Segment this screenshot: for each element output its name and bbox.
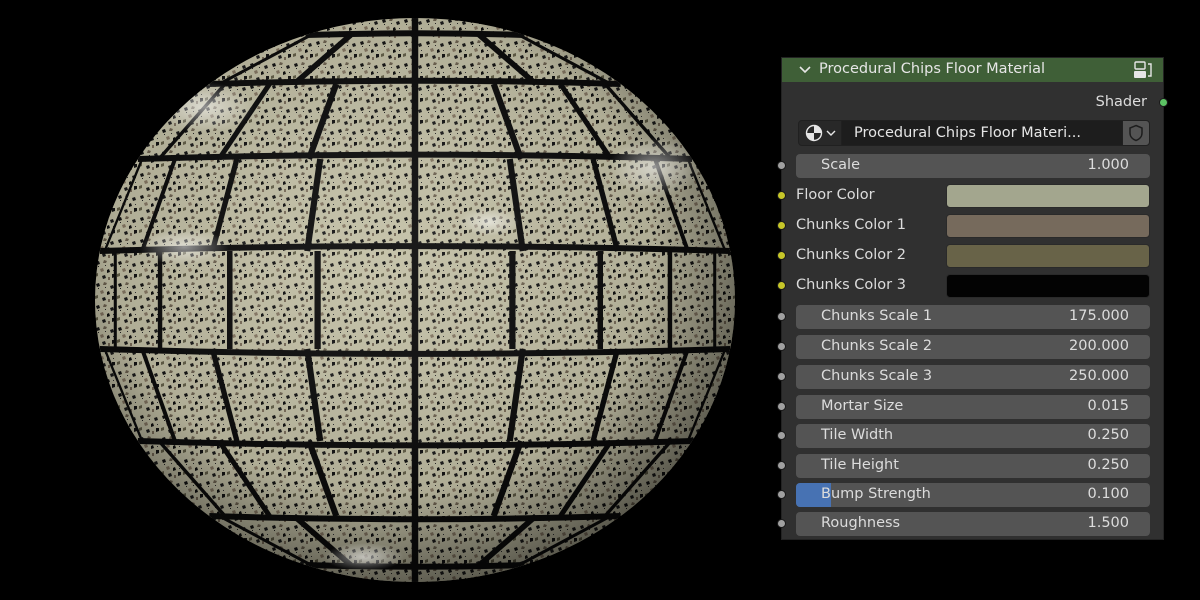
node-header[interactable]: Procedural Chips Floor Material xyxy=(782,58,1163,82)
field-label: Chunks Color 1 xyxy=(796,217,906,233)
field-value: 0.250 xyxy=(1087,457,1129,473)
shader-output-label: Shader xyxy=(1095,94,1147,110)
node-group-panel[interactable]: Procedural Chips Floor Material Shader P… xyxy=(777,57,1168,540)
shader-output-socket[interactable] xyxy=(1159,98,1168,107)
number-field[interactable]: Mortar Size 0.015 xyxy=(796,395,1150,419)
input-socket[interactable] xyxy=(777,461,786,470)
number-field[interactable]: Chunks Scale 3 250.000 xyxy=(796,365,1150,389)
node-tree-name[interactable]: Procedural Chips Floor Materi... xyxy=(842,120,1122,146)
field-label: Tile Height xyxy=(821,457,899,473)
field-value: 200.000 xyxy=(1069,338,1129,354)
number-field[interactable]: Tile Width 0.250 xyxy=(796,424,1150,448)
color-socket[interactable] xyxy=(777,191,786,200)
number-field[interactable]: Chunks Scale 1 175.000 xyxy=(796,305,1150,329)
color-swatch[interactable] xyxy=(946,184,1150,208)
node-tree-icon xyxy=(805,124,823,142)
color-swatch[interactable] xyxy=(946,214,1150,238)
sphere-render xyxy=(95,18,735,582)
field-label: Tile Width xyxy=(821,427,894,443)
input-row-chunks-scale-1[interactable]: Chunks Scale 1 175.000 xyxy=(777,305,1163,329)
field-value: 0.250 xyxy=(1087,427,1129,443)
field-value: 0.100 xyxy=(1087,486,1129,502)
field-label: Chunks Scale 2 xyxy=(821,338,933,354)
field-label: Mortar Size xyxy=(821,398,904,414)
field-value: 175.000 xyxy=(1069,308,1129,324)
number-field[interactable]: Tile Height 0.250 xyxy=(796,454,1150,478)
input-row-tile-width[interactable]: Tile Width 0.250 xyxy=(777,424,1163,448)
input-socket[interactable] xyxy=(777,161,786,170)
color-socket[interactable] xyxy=(777,281,786,290)
field-value: 0.015 xyxy=(1087,398,1129,414)
field-label: Chunks Scale 1 xyxy=(821,308,933,324)
field-label: Scale xyxy=(821,157,861,173)
chevron-down-icon[interactable] xyxy=(798,63,812,77)
input-row-chunks-scale-3[interactable]: Chunks Scale 3 250.000 xyxy=(777,365,1163,389)
input-row-chunks-color-2[interactable]: Chunks Color 2 xyxy=(777,244,1163,268)
fake-user-button[interactable] xyxy=(1122,120,1150,146)
field-label: Chunks Scale 3 xyxy=(821,368,933,384)
node-tree-selector[interactable]: Procedural Chips Floor Materi... xyxy=(798,120,1150,146)
input-row-chunks-color-3[interactable]: Chunks Color 3 xyxy=(777,274,1163,298)
color-socket[interactable] xyxy=(777,251,786,260)
field-value: 250.000 xyxy=(1069,368,1129,384)
color-socket[interactable] xyxy=(777,221,786,230)
input-row-chunks-scale-2[interactable]: Chunks Scale 2 200.000 xyxy=(777,335,1163,359)
field-value: 1.000 xyxy=(1087,157,1129,173)
input-socket[interactable] xyxy=(777,402,786,411)
input-row-floor-color[interactable]: Floor Color xyxy=(777,184,1163,208)
field-label: Chunks Color 3 xyxy=(796,277,906,293)
input-socket[interactable] xyxy=(777,431,786,440)
number-field[interactable]: Chunks Scale 2 200.000 xyxy=(796,335,1150,359)
input-socket[interactable] xyxy=(777,312,786,321)
input-row-bump-strength[interactable]: Bump Strength 0.100 xyxy=(777,483,1163,507)
field-label: Bump Strength xyxy=(821,486,931,502)
material-preview-sphere xyxy=(94,17,736,583)
field-label: Roughness xyxy=(821,515,901,531)
input-socket[interactable] xyxy=(777,490,786,499)
input-socket[interactable] xyxy=(777,372,786,381)
input-row-chunks-color-1[interactable]: Chunks Color 1 xyxy=(777,214,1163,238)
input-socket[interactable] xyxy=(777,519,786,528)
node-tree-type-button[interactable] xyxy=(798,120,842,146)
color-swatch[interactable] xyxy=(946,244,1150,268)
field-label: Floor Color xyxy=(796,187,875,203)
input-row-scale[interactable]: Scale 1.000 xyxy=(777,154,1163,178)
field-value: 1.500 xyxy=(1087,515,1129,531)
input-row-mortar-size[interactable]: Mortar Size 0.015 xyxy=(777,395,1163,419)
node-group-icon[interactable] xyxy=(1132,60,1154,80)
chevron-down-icon xyxy=(826,130,836,136)
input-row-tile-height[interactable]: Tile Height 0.250 xyxy=(777,454,1163,478)
field-label: Chunks Color 2 xyxy=(796,247,906,263)
node-title: Procedural Chips Floor Material xyxy=(819,61,1046,77)
number-field[interactable]: Scale 1.000 xyxy=(796,154,1150,178)
number-field[interactable]: Roughness 1.500 xyxy=(796,512,1150,536)
input-row-roughness[interactable]: Roughness 1.500 xyxy=(777,512,1163,536)
shield-icon xyxy=(1129,124,1143,142)
color-swatch[interactable] xyxy=(946,274,1150,298)
input-socket[interactable] xyxy=(777,342,786,351)
viewport[interactable]: Procedural Chips Floor Material Shader P… xyxy=(0,0,1200,600)
slider-field[interactable]: Bump Strength 0.100 xyxy=(796,483,1150,507)
